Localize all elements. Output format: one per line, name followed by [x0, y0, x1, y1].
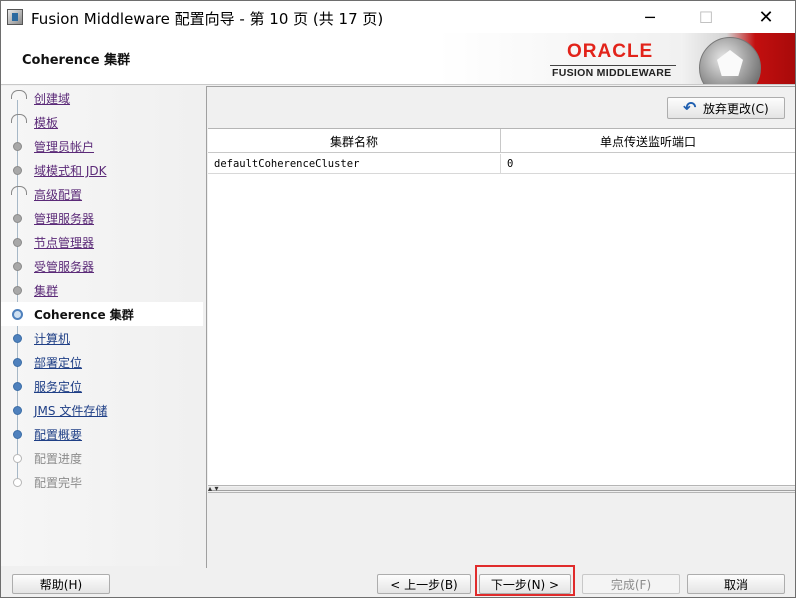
nav-step-item: 配置进度 — [1, 446, 203, 470]
nav-step-item: 配置完毕 — [1, 470, 203, 494]
logo-divider — [550, 65, 676, 66]
nav-step-label[interactable]: 域模式和 JDK — [34, 162, 106, 179]
title-bar: Fusion Middleware 配置向导 - 第 10 页 (共 17 页)… — [1, 1, 795, 33]
nav-step-label[interactable]: 模板 — [34, 114, 58, 131]
oracle-logo-subtitle: FUSION MIDDLEWARE — [552, 67, 672, 79]
column-header-unicast-port[interactable]: 单点传送监听端口 — [501, 129, 795, 153]
discard-changes-label: 放弃更改(C) — [703, 101, 769, 116]
nav-step-item[interactable]: 配置概要 — [1, 422, 203, 446]
close-button[interactable]: ✕ — [743, 1, 789, 33]
pane-splitter[interactable]: ▴ ▾ — [208, 484, 795, 493]
oracle-logo-word: ORACLE — [567, 41, 654, 62]
nav-step-item[interactable]: 受管服务器 — [1, 254, 203, 278]
banner-graphic — [681, 33, 795, 84]
next-button-highlight — [475, 565, 575, 596]
nav-step-item[interactable]: 模板 — [1, 110, 203, 134]
nav-step-label[interactable]: 高级配置 — [34, 186, 82, 203]
coherence-cluster-table: 集群名称 单点传送监听端口 defaultCoherenceCluster 0 — [208, 128, 795, 486]
step-bullet-icon — [13, 478, 22, 487]
step-bullet-icon — [12, 309, 23, 320]
nav-step-label[interactable]: 集群 — [34, 282, 58, 299]
help-button[interactable]: 帮助(H) — [12, 574, 110, 594]
nav-step-item[interactable]: 域模式和 JDK — [1, 158, 203, 182]
page-title: Coherence 集群 — [22, 53, 131, 68]
nav-step-label[interactable]: 配置概要 — [34, 426, 82, 443]
header-banner: Coherence 集群 ORACLE FUSION MIDDLEWARE — [1, 33, 795, 85]
step-bullet-icon — [13, 406, 22, 415]
nav-step-item[interactable]: 节点管理器 — [1, 230, 203, 254]
unicast-port-cell[interactable]: 0 — [501, 154, 795, 174]
nav-step-label[interactable]: 节点管理器 — [34, 234, 94, 251]
nav-step-item[interactable]: 管理员帐户 — [1, 134, 203, 158]
detail-pane — [208, 492, 795, 569]
step-bullet-icon — [13, 238, 22, 247]
back-button[interactable]: < 上一步(B) — [377, 574, 471, 594]
discard-changes-button[interactable]: 放弃更改(C) — [667, 97, 785, 119]
nav-step-item[interactable]: 服务定位 — [1, 374, 203, 398]
step-bullet-icon — [13, 430, 22, 439]
nav-step-item[interactable]: JMS 文件存储 — [1, 398, 203, 422]
nav-step-item[interactable]: 管理服务器 — [1, 206, 203, 230]
oracle-logo: ORACLE FUSION MIDDLEWARE — [550, 41, 676, 81]
step-bullet-icon — [13, 142, 22, 151]
undo-icon — [683, 98, 699, 117]
nav-step-label[interactable]: JMS 文件存储 — [34, 402, 107, 419]
step-bullet-icon — [13, 262, 22, 271]
nav-step-item[interactable]: Coherence 集群 — [1, 302, 203, 326]
nav-step-item[interactable]: 部署定位 — [1, 350, 203, 374]
content-panel: 放弃更改(C) 集群名称 单点传送监听端口 defaultCoherenceCl… — [206, 86, 795, 569]
nav-step-label[interactable]: 部署定位 — [34, 354, 82, 371]
nav-step-item[interactable]: 计算机 — [1, 326, 203, 350]
minimize-button[interactable]: ─ — [627, 1, 673, 33]
column-header-cluster-name[interactable]: 集群名称 — [208, 129, 501, 153]
nav-step-item[interactable]: 创建域 — [1, 86, 203, 110]
nav-step-label: 配置完毕 — [34, 476, 83, 490]
step-bullet-icon — [13, 358, 22, 367]
step-bullet-icon — [13, 334, 22, 343]
step-bullet-icon — [11, 186, 27, 195]
table-row[interactable]: defaultCoherenceCluster 0 — [208, 154, 795, 174]
cluster-name-cell[interactable]: defaultCoherenceCluster — [208, 154, 501, 174]
maximize-button[interactable]: ☐ — [683, 1, 729, 33]
nav-step-label[interactable]: 服务定位 — [34, 378, 82, 395]
step-bullet-icon — [11, 90, 27, 99]
step-bullet-icon — [13, 166, 22, 175]
step-bullet-icon — [13, 454, 22, 463]
window-title: Fusion Middleware 配置向导 - 第 10 页 (共 17 页) — [31, 10, 384, 28]
step-bullet-icon — [13, 214, 22, 223]
wizard-window: Fusion Middleware 配置向导 - 第 10 页 (共 17 页)… — [0, 0, 796, 598]
app-icon — [7, 9, 23, 25]
step-bullet-icon — [13, 286, 22, 295]
step-bullet-icon — [13, 382, 22, 391]
nav-step-label[interactable]: 管理服务器 — [34, 210, 94, 227]
nav-step-label[interactable]: 计算机 — [34, 330, 70, 347]
cancel-button[interactable]: 取消 — [687, 574, 785, 594]
nav-step-label[interactable]: 受管服务器 — [34, 258, 94, 275]
nav-step-label[interactable]: 创建域 — [34, 90, 70, 107]
nav-step-label[interactable]: 管理员帐户 — [34, 138, 94, 155]
nav-step-label[interactable]: Coherence 集群 — [34, 306, 134, 323]
pentagon-emblem-icon — [699, 37, 761, 84]
nav-step-item[interactable]: 集群 — [1, 278, 203, 302]
nav-step-label: 配置进度 — [34, 452, 83, 466]
nav-step-item[interactable]: 高级配置 — [1, 182, 203, 206]
step-bullet-icon — [11, 114, 27, 123]
table-header: 集群名称 单点传送监听端口 — [208, 129, 795, 153]
wizard-steps-nav: 创建域模板管理员帐户域模式和 JDK 高级配置管理服务器节点管理器受管服务器集群 C… — [1, 86, 203, 566]
finish-button: 完成(F) — [582, 574, 680, 594]
